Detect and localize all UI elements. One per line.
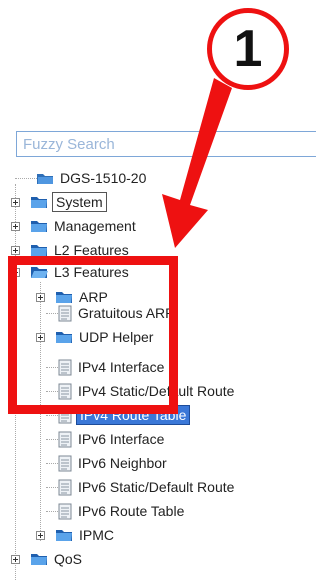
callout-number: 1: [233, 20, 263, 78]
red-arrow-icon: [162, 78, 232, 248]
callout-number-badge: 1: [207, 8, 289, 90]
